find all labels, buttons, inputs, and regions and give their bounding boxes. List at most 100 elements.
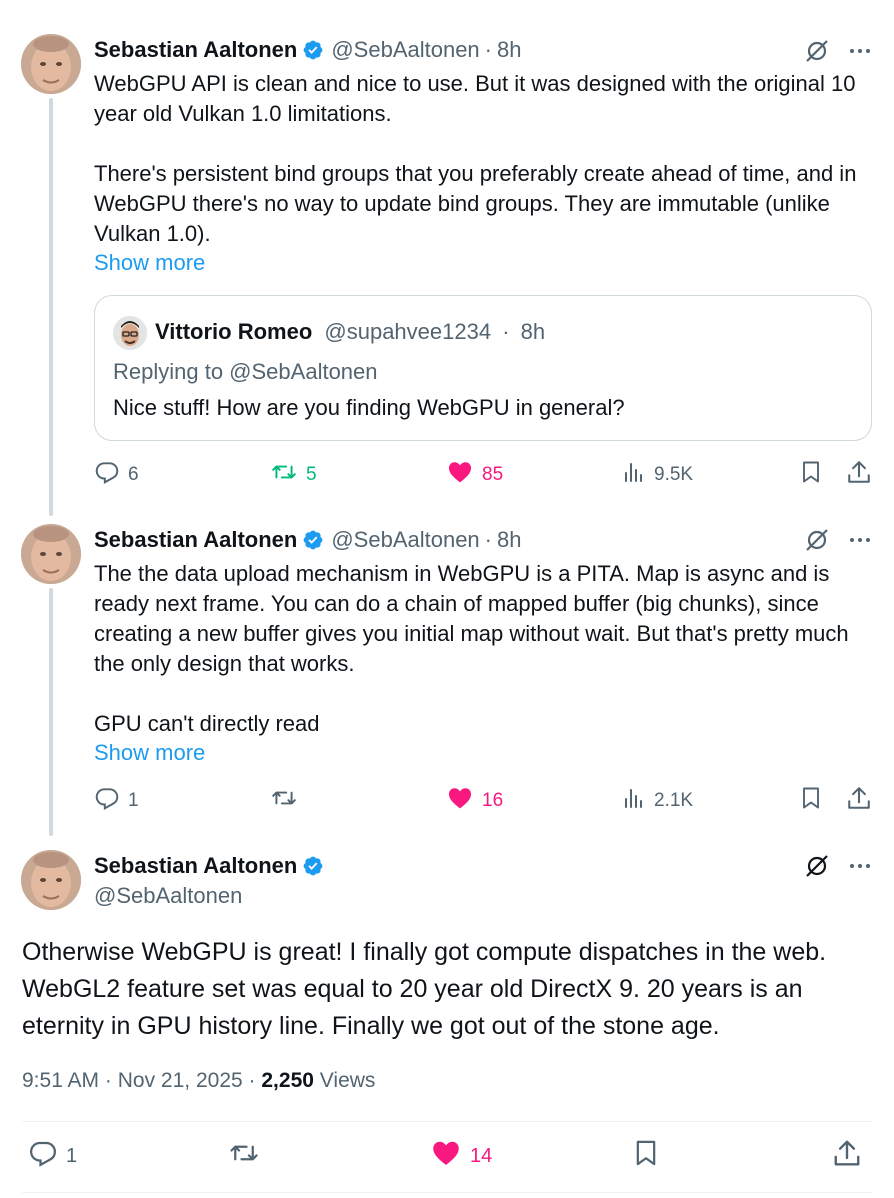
reply-icon (94, 785, 120, 817)
share-icon (832, 1138, 862, 1174)
divider (22, 1121, 872, 1122)
divider (22, 1192, 872, 1193)
verified-badge-icon (302, 855, 324, 877)
heart-filled-icon (446, 785, 474, 817)
post-time[interactable]: 8h (497, 526, 521, 554)
main-post-header: Sebastian Aaltonen (94, 852, 331, 880)
repost-icon (228, 1138, 260, 1174)
main-post-handle-row: @SebAaltonen (94, 882, 242, 910)
quote-author-handle[interactable]: @supahvee1234 (324, 319, 491, 344)
post-actions: 6 5 85 9.5K (94, 459, 874, 491)
quote-time: 8h (520, 319, 546, 344)
views-label: Views (319, 1069, 376, 1092)
heart-filled-icon (446, 459, 474, 491)
views-count: 2.1K (654, 790, 694, 811)
reply-button[interactable]: 1 (28, 1140, 77, 1172)
repost-button[interactable] (228, 1140, 260, 1172)
reply-icon (28, 1138, 58, 1174)
post-top-icons (804, 853, 872, 879)
repost-button[interactable] (270, 785, 306, 817)
author-handle[interactable]: @SebAaltonen (331, 526, 479, 554)
bookmark-icon (632, 1138, 660, 1174)
bookmark-button[interactable] (632, 1140, 660, 1172)
repost-button[interactable]: 5 (270, 459, 317, 491)
reply-count: 1 (128, 790, 139, 811)
quote-text: Nice stuff! How are you finding WebGPU i… (113, 395, 625, 420)
bookmark-button[interactable] (799, 459, 823, 491)
repost-count: 5 (306, 464, 317, 485)
separator-dot: · (104, 1069, 112, 1092)
post-header: Sebastian Aaltonen @SebAaltonen · 8h (94, 36, 521, 64)
separator-dot: · (484, 527, 492, 552)
avatar[interactable] (21, 34, 81, 94)
post-text: WebGPU API is clean and nice to use. But… (94, 71, 857, 246)
more-options-icon[interactable] (848, 39, 872, 63)
show-more-link[interactable]: Show more (94, 738, 205, 768)
reply-count: 1 (66, 1144, 78, 1167)
more-options-icon[interactable] (848, 528, 872, 552)
post-text: The the data upload mechanism in WebGPU … (94, 561, 849, 736)
quote-avatar[interactable] (113, 316, 147, 350)
grok-icon[interactable] (804, 853, 830, 879)
views-button[interactable]: 9.5K (622, 459, 693, 491)
grok-icon[interactable] (804, 38, 830, 64)
author-handle[interactable]: @SebAaltonen (331, 36, 479, 64)
bookmark-icon (799, 459, 823, 491)
avatar[interactable] (21, 850, 81, 910)
views-count: 9.5K (654, 464, 694, 485)
verified-badge-icon (302, 39, 324, 61)
heart-filled-icon (430, 1138, 462, 1174)
repost-icon (270, 459, 298, 491)
grok-icon[interactable] (804, 527, 830, 553)
avatar[interactable] (21, 524, 81, 584)
repost-icon (270, 785, 298, 817)
post-top-icons (804, 527, 872, 553)
main-post-text: Otherwise WebGPU is great! I finally got… (22, 938, 827, 1040)
views-chart-icon (622, 460, 646, 490)
more-options-icon[interactable] (848, 854, 872, 878)
post-timestamp-time[interactable]: 9:51 AM (22, 1069, 99, 1092)
author-name[interactable]: Sebastian Aaltonen (94, 36, 297, 64)
thread-line (49, 588, 53, 836)
separator-dot: · (248, 1069, 256, 1092)
post-time[interactable]: 8h (497, 36, 521, 64)
share-icon (846, 459, 872, 491)
bookmark-button[interactable] (799, 785, 823, 817)
thread-line (49, 98, 53, 516)
post-timestamp-date[interactable]: Nov 21, 2025 (118, 1069, 243, 1092)
main-post-actions: 1 14 (22, 1140, 872, 1176)
author-handle[interactable]: @SebAaltonen (94, 882, 242, 910)
share-button[interactable] (846, 459, 872, 491)
author-name[interactable]: Sebastian Aaltonen (94, 526, 297, 554)
views-button[interactable]: 2.1K (622, 785, 693, 817)
verified-badge-icon (302, 529, 324, 551)
like-button[interactable]: 14 (430, 1140, 492, 1172)
post-actions: 1 16 2.1K (94, 785, 874, 817)
author-name[interactable]: Sebastian Aaltonen (94, 852, 297, 880)
like-button[interactable]: 16 (446, 785, 503, 817)
post-top-icons (804, 38, 872, 64)
share-icon (846, 785, 872, 817)
separator-dot: · (484, 37, 492, 62)
show-more-link[interactable]: Show more (94, 248, 205, 278)
post-header: Sebastian Aaltonen @SebAaltonen · 8h (94, 526, 521, 554)
post-meta: 9:51 AM · Nov 21, 2025 · 2,250 Views (22, 1067, 375, 1095)
like-count: 16 (482, 790, 504, 811)
quote-author-name[interactable]: Vittorio Romeo (155, 319, 312, 344)
views-chart-icon (622, 786, 646, 816)
like-count: 85 (482, 464, 504, 485)
quote-header: Vittorio Romeo @supahvee1234 · 8h (155, 318, 545, 346)
like-button[interactable]: 85 (446, 459, 503, 491)
separator-dot: · (502, 319, 510, 344)
reply-count: 6 (128, 464, 139, 485)
quoted-post[interactable]: Vittorio Romeo @supahvee1234 · 8h Replyi… (94, 295, 872, 441)
bookmark-icon (799, 785, 823, 817)
reply-button[interactable]: 6 (94, 459, 139, 491)
reply-button[interactable]: 1 (94, 785, 139, 817)
quote-replying-to: Replying to @SebAaltonen (113, 359, 378, 384)
share-button[interactable] (832, 1140, 862, 1172)
share-button[interactable] (846, 785, 872, 817)
reply-icon (94, 459, 120, 491)
views-count: 2,250 (261, 1069, 314, 1092)
like-count: 14 (470, 1144, 493, 1167)
